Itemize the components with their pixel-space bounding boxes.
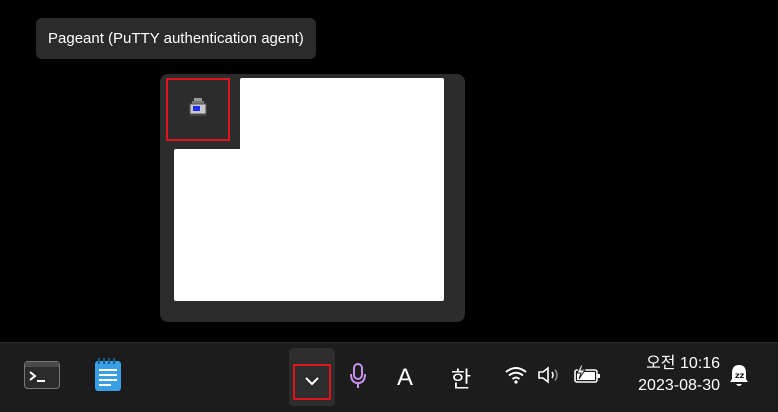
battery-button[interactable] [570,364,604,390]
clock-time: 오전 10:16 [646,355,720,372]
microphone-button[interactable] [344,361,372,395]
pageant-icon [187,96,209,123]
notification-center-button[interactable]: zz [724,361,754,395]
ime-language-button[interactable]: 한 [444,361,478,395]
clock-date: 2023-08-30 [638,377,720,394]
flyout-content-area-lower [174,149,254,301]
taskbar: A 한 오전 10:16 2023-08-30 zz [0,342,778,412]
pageant-tray-item[interactable] [166,78,230,141]
notepad-icon [94,357,122,397]
show-hidden-icons-highlight [293,364,331,400]
notification-bell-icon: zz [727,363,751,394]
tooltip-text: Pageant (PuTTY authentication agent) [48,30,304,47]
ime-mode-label: A [396,364,413,391]
ime-mode-button[interactable]: A [388,361,422,395]
flyout-content-area [240,78,444,301]
notepad-app-button[interactable] [88,355,128,399]
terminal-app-button[interactable] [20,357,64,397]
terminal-icon [24,360,60,394]
pageant-tooltip: Pageant (PuTTY authentication agent) [36,18,316,59]
volume-button[interactable] [536,364,564,390]
chevron-up-icon [304,373,320,391]
svg-text:zz: zz [735,371,745,380]
volume-icon [537,365,563,390]
wifi-button[interactable] [502,364,530,390]
hidden-icons-flyout [160,74,465,322]
microphone-icon [349,362,367,394]
ime-language-label: 한 [450,367,472,392]
wifi-icon [504,366,528,389]
battery-charging-icon [572,364,602,390]
system-clock[interactable]: 오전 10:16 2023-08-30 [614,353,720,397]
show-hidden-icons-button[interactable] [289,348,335,406]
